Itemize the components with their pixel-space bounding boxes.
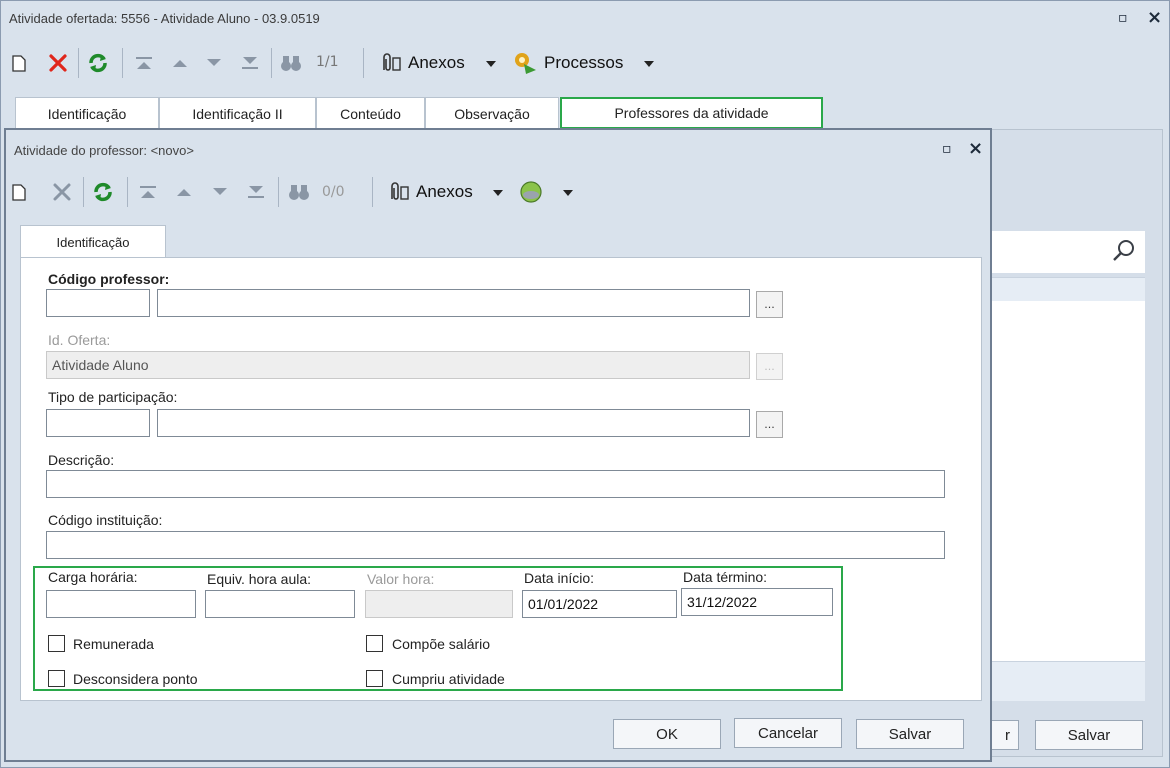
dialog-title: Atividade do professor: <novo> <box>14 143 194 158</box>
dialog-record-count: 0/0 <box>322 184 345 200</box>
data-termino-label: Data término: <box>683 569 768 585</box>
outer-close-icon[interactable]: × <box>1147 7 1162 28</box>
remunerada-checkbox[interactable] <box>48 635 65 652</box>
data-termino-field[interactable]: 31/12/2022 <box>681 588 833 616</box>
delete-icon[interactable] <box>46 51 70 75</box>
first-record-icon[interactable] <box>132 53 156 73</box>
tab-identificacao[interactable]: Identificação <box>15 97 159 129</box>
binoculars-icon[interactable] <box>278 52 304 74</box>
valor-hora-field <box>365 590 513 618</box>
dialog-delete-icon[interactable] <box>50 180 74 204</box>
data-inicio-label: Data início: <box>524 570 595 586</box>
tab-conteudo[interactable]: Conteúdo <box>316 97 425 129</box>
codigo-instituicao-label: Código instituição: <box>48 512 163 528</box>
tab-identificacao-ii[interactable]: Identificação II <box>159 97 316 129</box>
dialog-new-record-icon[interactable] <box>10 182 28 202</box>
descricao-field[interactable] <box>46 470 945 498</box>
compoe-salario-label: Compõe salário <box>392 636 491 652</box>
dialog-globe-dropdown-icon[interactable] <box>563 190 573 196</box>
dialog-previous-record-icon[interactable] <box>172 182 196 202</box>
refresh-icon[interactable] <box>85 50 111 76</box>
dialog-next-record-icon[interactable] <box>208 182 232 202</box>
equiv-hora-aula-label: Equiv. hora aula: <box>207 571 312 587</box>
search-icon[interactable] <box>1111 237 1137 265</box>
id-oferta-lookup-button: ... <box>756 353 783 380</box>
dialog-paperclip-icon[interactable] <box>382 180 412 204</box>
cancel-button[interactable]: Cancelar <box>734 718 842 748</box>
valor-hora-label: Valor hora: <box>367 571 435 587</box>
dialog-refresh-icon[interactable] <box>90 179 116 205</box>
previous-record-icon[interactable] <box>168 53 192 73</box>
dialog-binoculars-icon[interactable] <box>286 181 312 203</box>
dialog-anexos-label[interactable]: Anexos <box>416 182 473 202</box>
outer-anexos-label[interactable]: Anexos <box>408 53 465 73</box>
outer-save-button[interactable]: Salvar <box>1035 720 1143 750</box>
dialog-globe-icon[interactable] <box>516 178 546 206</box>
new-record-icon[interactable] <box>10 53 28 73</box>
codigo-professor-code-field[interactable] <box>46 289 150 317</box>
data-inicio-field[interactable]: 01/01/2022 <box>522 590 677 618</box>
remunerada-label: Remunerada <box>73 636 154 652</box>
id-oferta-label: Id. Oferta: <box>48 332 111 348</box>
professor-activity-dialog: Atividade do professor: <novo> ▫ × 0/0 A… <box>4 128 992 762</box>
codigo-instituicao-field[interactable] <box>46 531 945 559</box>
codigo-professor-lookup-button[interactable]: ... <box>756 291 783 318</box>
tab-observacao[interactable]: Observação <box>425 97 559 129</box>
cumpriu-atividade-checkbox[interactable] <box>366 670 383 687</box>
outer-processos-label[interactable]: Processos <box>544 53 623 73</box>
equiv-hora-aula-field[interactable] <box>205 590 355 618</box>
outer-grid-header <box>991 277 1145 301</box>
next-record-icon[interactable] <box>202 53 226 73</box>
dialog-first-record-icon[interactable] <box>136 182 160 202</box>
outer-grid <box>991 301 1145 661</box>
processes-gear-icon[interactable] <box>510 49 540 77</box>
tipo-participacao-label: Tipo de participação: <box>48 389 178 405</box>
carga-horaria-field[interactable] <box>46 590 196 618</box>
id-oferta-field: Atividade Aluno <box>46 351 750 379</box>
dialog-last-record-icon[interactable] <box>244 182 268 202</box>
outer-grid-footer <box>991 661 1145 701</box>
processos-dropdown-icon[interactable] <box>644 61 654 67</box>
outer-search-area <box>991 231 1145 273</box>
codigo-professor-label: Código professor: <box>48 271 170 287</box>
cumpriu-atividade-label: Cumpriu atividade <box>392 671 505 687</box>
desconsidera-ponto-checkbox[interactable] <box>48 670 65 687</box>
outer-toolbar: 1/1 Anexos Processos <box>2 39 1168 87</box>
descricao-label: Descrição: <box>48 452 115 468</box>
anexos-dropdown-icon[interactable] <box>486 61 496 67</box>
paperclip-icon[interactable] <box>374 51 404 75</box>
outer-record-count: 1/1 <box>316 54 339 70</box>
last-record-icon[interactable] <box>238 53 262 73</box>
dialog-tab-identificacao[interactable]: Identificação <box>20 225 166 258</box>
tipo-participacao-lookup-button[interactable]: ... <box>756 411 783 438</box>
ok-button[interactable]: OK <box>613 719 721 749</box>
tipo-participacao-code-field[interactable] <box>46 409 150 437</box>
tipo-participacao-name-field[interactable] <box>157 409 750 437</box>
dialog-close-icon[interactable]: × <box>968 138 983 159</box>
dialog-save-button[interactable]: Salvar <box>856 719 964 749</box>
codigo-professor-name-field[interactable] <box>157 289 750 317</box>
dialog-anexos-dropdown-icon[interactable] <box>493 190 503 196</box>
outer-window-title: Atividade ofertada: 5556 - Atividade Alu… <box>9 11 320 26</box>
carga-horaria-label: Carga horária: <box>48 569 138 585</box>
compoe-salario-checkbox[interactable] <box>366 635 383 652</box>
outer-maximize-icon[interactable]: ▫ <box>1118 10 1128 26</box>
tab-professores-da-atividade[interactable]: Professores da atividade <box>560 97 823 129</box>
desconsidera-ponto-label: Desconsidera ponto <box>73 671 198 687</box>
dialog-maximize-icon[interactable]: ▫ <box>942 141 952 157</box>
